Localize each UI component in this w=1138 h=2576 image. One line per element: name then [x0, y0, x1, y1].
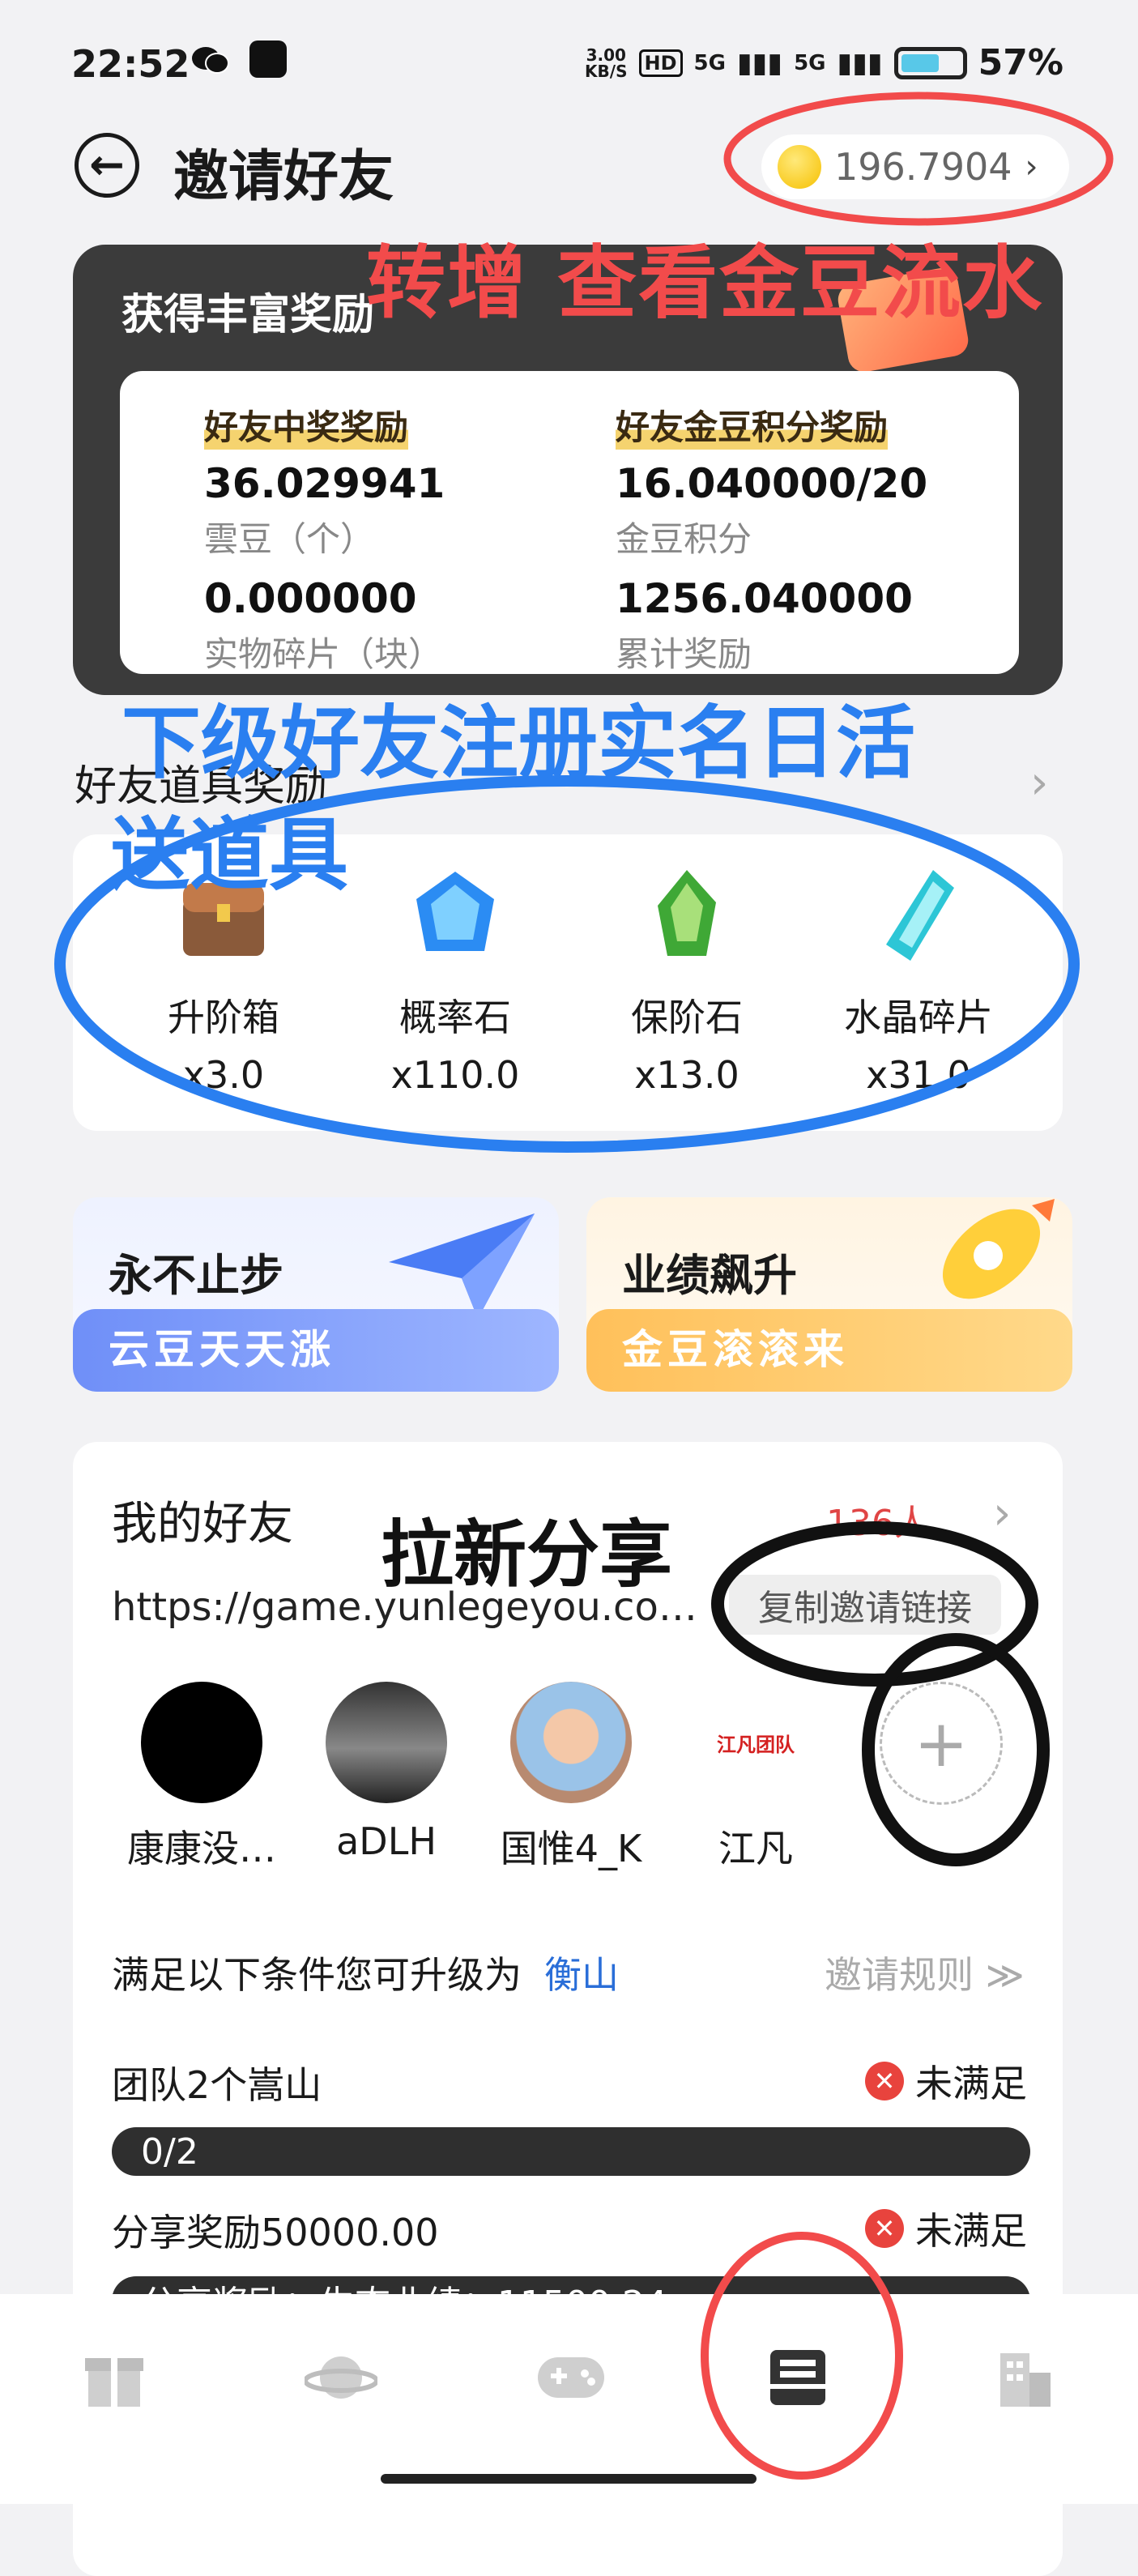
- reward-col1-head: 好友中奖奖励: [204, 400, 409, 450]
- close-circle-icon: ✕: [865, 2062, 904, 2100]
- avatar[interactable]: 江凡团队: [695, 1682, 816, 1803]
- condition-status: ✕ 未满足: [865, 2054, 1027, 2108]
- planet-icon[interactable]: [305, 2341, 377, 2414]
- inbox-icon[interactable]: [761, 2341, 834, 2414]
- promo-card-keep-going[interactable]: 永不止步 云豆天天涨: [73, 1197, 559, 1392]
- balance-value: 196.7904: [834, 145, 1012, 189]
- arrow-left-icon: ←: [89, 141, 125, 190]
- add-friend-button[interactable]: +: [880, 1682, 1003, 1805]
- annotation-blue-text-1: 下级好友注册实名日活: [121, 697, 916, 790]
- rewards-title: 获得丰富奖励: [121, 291, 375, 339]
- item-qty: x3.0: [182, 1053, 265, 1097]
- blue-gem-icon: [407, 867, 504, 964]
- chevron-right-icon[interactable]: ›: [1030, 757, 1048, 809]
- wechat-icon: [191, 44, 230, 76]
- building-icon[interactable]: [988, 2341, 1061, 2414]
- status-indicators: 3.00 KB/S HD 5G ▮▮▮ 5G ▮▮▮ 57%: [585, 42, 1063, 83]
- gamepad-icon[interactable]: [535, 2341, 607, 2414]
- avatar[interactable]: [326, 1682, 447, 1803]
- reward-value: 16.040000/20: [616, 460, 928, 507]
- green-crystal-icon: [638, 867, 735, 964]
- reward-label: 金豆积分: [616, 519, 752, 559]
- chevron-right-icon: ›: [1025, 148, 1038, 186]
- signal-5g-1: 5G: [693, 50, 726, 75]
- upgrade-condition-text: 满足以下条件您可升级为: [112, 1953, 522, 1997]
- avatar[interactable]: [141, 1682, 262, 1803]
- balance-pill[interactable]: 196.7904 ›: [761, 134, 1069, 199]
- home-indicator[interactable]: [381, 2474, 757, 2484]
- condition-label: 分享奖励50000.00: [112, 2211, 439, 2254]
- back-button[interactable]: ←: [75, 133, 139, 198]
- reward-label: 实物碎片（块）: [204, 634, 443, 674]
- gift-icon[interactable]: [78, 2341, 151, 2414]
- avatar-name: 康康没…: [127, 1827, 276, 1870]
- status-time: 22:52: [71, 42, 190, 86]
- friends-count[interactable]: 136人: [826, 1494, 930, 1546]
- item-probability-stone[interactable]: 概率石 x110.0: [374, 867, 536, 1097]
- promo-subtitle: 云豆天天涨: [109, 1326, 335, 1373]
- condition-progress-bar: 0/2: [112, 2127, 1030, 2176]
- annotation-blue-text-2: 送道具: [110, 809, 349, 902]
- item-name: 保阶石: [631, 996, 743, 1039]
- condition-status-text: 未满足: [915, 2062, 1027, 2105]
- annotation-red-text: 转增 查看金豆流水: [366, 237, 1044, 330]
- plus-icon: +: [914, 1705, 969, 1781]
- friends-title: 我的好友: [112, 1498, 293, 1550]
- cyan-shard-icon: [870, 867, 967, 964]
- item-qty: x110.0: [390, 1053, 520, 1097]
- item-protection-stone[interactable]: 保阶石 x13.0: [606, 867, 768, 1097]
- page-title: 邀请好友: [173, 145, 394, 209]
- item-name: 升阶箱: [168, 996, 279, 1039]
- avatar-name: 国惟4_K: [500, 1827, 642, 1870]
- item-name: 概率石: [399, 996, 511, 1039]
- reward-value: 36.029941: [204, 460, 445, 507]
- invite-rules-link[interactable]: 邀请规则 ≫: [825, 1946, 1025, 1999]
- chevron-right-icon[interactable]: ›: [993, 1487, 1011, 1540]
- gold-bean-icon: [778, 145, 821, 189]
- reward-col2-head: 好友金豆积分奖励: [616, 400, 889, 450]
- upgrade-level-link[interactable]: 衡山: [544, 1946, 619, 1999]
- signal-icon: ▮▮▮: [736, 46, 783, 79]
- avatar-name: aDLH: [336, 1819, 437, 1863]
- copy-invite-link-button[interactable]: 复制邀请链接: [729, 1575, 1001, 1635]
- reward-label: 累计奖励: [616, 634, 752, 674]
- signal-5g-2: 5G: [794, 50, 826, 75]
- promo-card-performance[interactable]: 业绩飙升 金豆滚滚来: [586, 1197, 1072, 1392]
- item-qty: x13.0: [634, 1053, 739, 1097]
- team-logo: 江凡团队: [717, 1733, 795, 1756]
- annotation-black-text: 拉新分享: [381, 1512, 672, 1597]
- hd-badge: HD: [638, 49, 683, 77]
- avatar-name: 江凡: [718, 1827, 793, 1870]
- avatar[interactable]: [510, 1682, 632, 1803]
- promo-subtitle: 金豆滚滚来: [622, 1326, 849, 1373]
- item-qty: x31.0: [866, 1053, 971, 1097]
- battery-level: 57%: [978, 42, 1063, 83]
- signal-icon-2: ▮▮▮: [837, 46, 883, 79]
- item-crystal-shard[interactable]: 水晶碎片 x31.0: [838, 867, 999, 1097]
- reward-value: 1256.040000: [616, 575, 913, 622]
- battery-icon: [893, 46, 967, 79]
- condition-status-text: 未满足: [915, 2209, 1027, 2253]
- net-speed-unit: KB/S: [585, 61, 628, 81]
- condition-status: ✕ 未满足: [865, 2202, 1027, 2255]
- reward-label: 雲豆（个）: [204, 519, 375, 559]
- tiktok-icon: [249, 41, 287, 78]
- close-circle-icon: ✕: [865, 2209, 904, 2248]
- promo-title: 永不止步: [109, 1250, 283, 1301]
- reward-value: 0.000000: [204, 575, 417, 622]
- promo-title: 业绩飙升: [622, 1250, 797, 1301]
- condition-label: 团队2个嵩山: [112, 2063, 322, 2107]
- item-name: 水晶碎片: [844, 996, 993, 1039]
